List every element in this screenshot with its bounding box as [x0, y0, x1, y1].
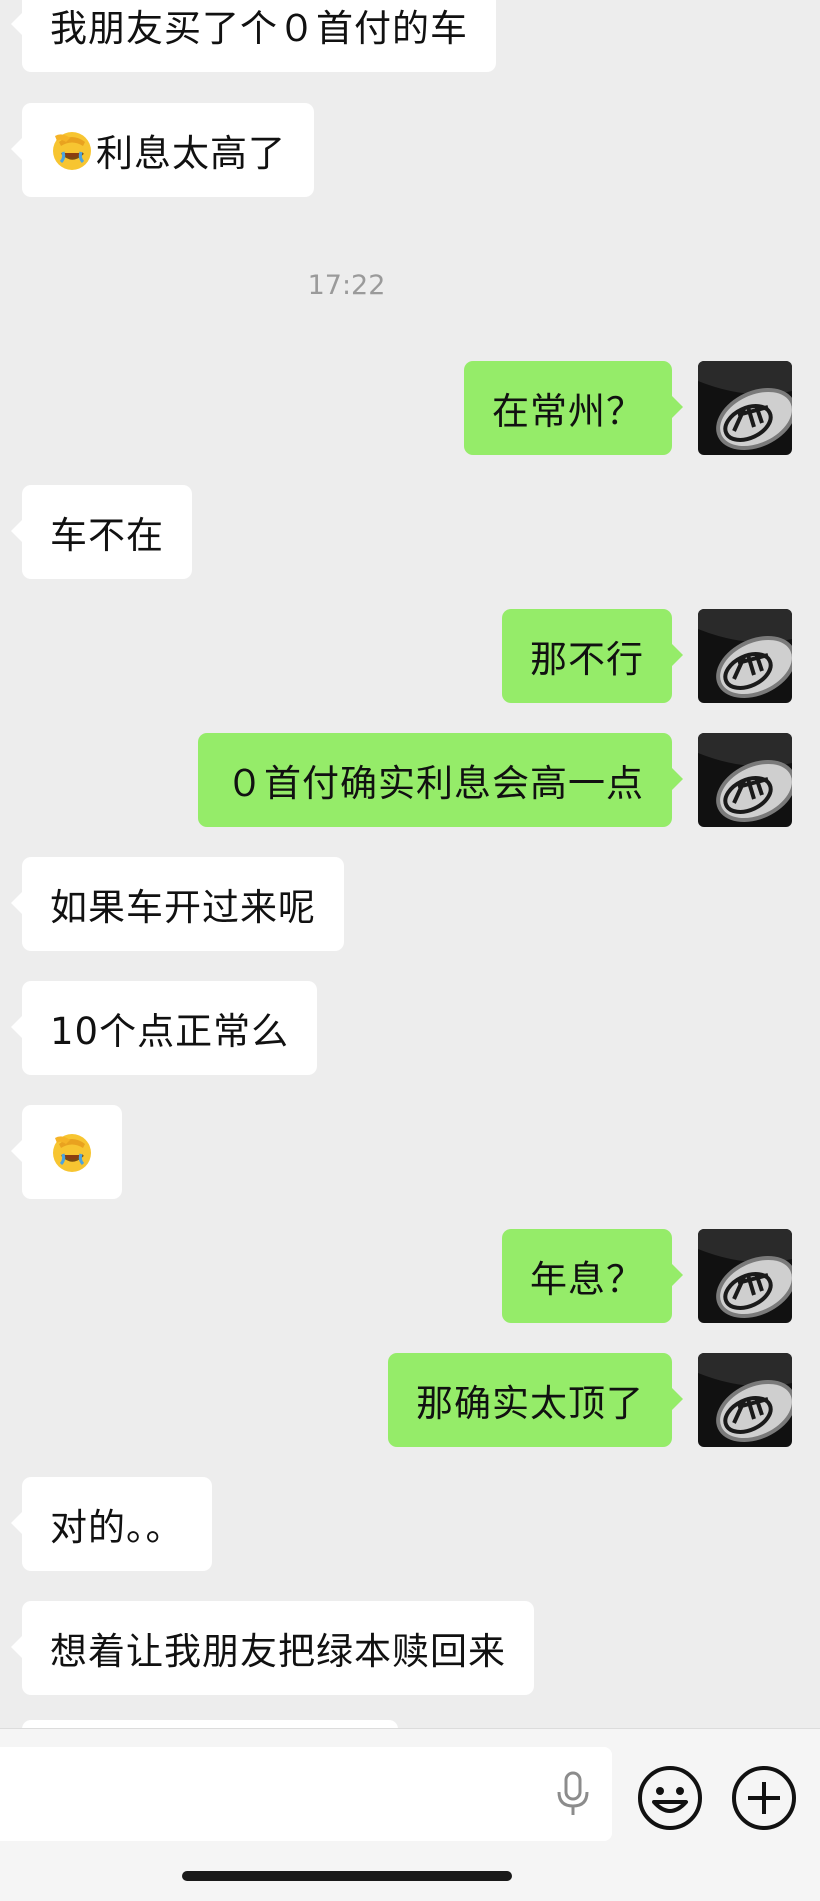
message-bubble-outgoing[interactable]: 那不行 [502, 609, 683, 703]
message-bubble-incoming[interactable]: 车不在 [11, 485, 192, 579]
message-input[interactable] [0, 1747, 612, 1841]
message-text: 我朋友买了个０首付的车 [50, 7, 468, 50]
message-text: 10个点正常么 [50, 1010, 290, 1053]
message-bubble-outgoing[interactable]: 那确实太顶了 [388, 1353, 683, 1447]
message-bubble-incoming[interactable]: 我朋友买了个０首付的车 [11, 0, 496, 72]
message-text: 年息？ [530, 1258, 644, 1301]
message-text: 在常州？ [492, 390, 644, 433]
message-text: 想着让我朋友把绿本赎回来 [50, 1630, 506, 1673]
smiley-icon[interactable] [636, 1764, 704, 1832]
input-bar [0, 1728, 820, 1901]
microphone-icon[interactable] [548, 1769, 598, 1819]
message-text: 利息太高了 [96, 132, 286, 175]
chat-area[interactable]: 我朋友买了个０首付的车 利息太高了 17:22 在常州？ 车不在 那不行 ０首付… [0, 0, 820, 1728]
message-bubble-outgoing[interactable]: ０首付确实利息会高一点 [198, 733, 683, 827]
facepalm-crying-emoji-icon [50, 1130, 94, 1174]
message-bubble-incoming[interactable]: 想着让我朋友把绿本赎回来 [11, 1601, 534, 1695]
message-bubble-incoming[interactable]: 对的。。 [11, 1477, 212, 1571]
user-avatar[interactable] [698, 361, 792, 455]
message-text: 车不在 [50, 514, 164, 557]
user-avatar[interactable] [698, 1353, 792, 1447]
facepalm-crying-emoji-icon [50, 128, 94, 172]
user-avatar[interactable] [698, 1229, 792, 1323]
message-bubble-outgoing[interactable]: 在常州？ [464, 361, 683, 455]
message-timestamp: 17:22 [307, 270, 386, 301]
message-bubble-outgoing[interactable]: 年息？ [502, 1229, 683, 1323]
message-bubble-incoming[interactable]: 10个点正常么 [10, 981, 318, 1075]
message-text: 那不行 [530, 638, 644, 681]
user-avatar[interactable] [698, 733, 792, 827]
plus-circle-icon[interactable] [730, 1764, 798, 1832]
message-bubble-incoming[interactable]: 利息太高了 [11, 103, 314, 197]
message-bubble-incoming[interactable]: 如果车开过来呢 [11, 857, 344, 951]
message-text: 如果车开过来呢 [50, 886, 316, 929]
message-text: 那确实太顶了 [416, 1382, 644, 1425]
message-bubble-incoming[interactable] [11, 1105, 122, 1199]
message-text: ０首付确实利息会高一点 [226, 762, 644, 805]
home-indicator[interactable] [182, 1871, 512, 1881]
message-bubble-incoming[interactable] [22, 1720, 398, 1728]
user-avatar[interactable] [698, 609, 792, 703]
message-text: 对的。。 [50, 1506, 184, 1549]
